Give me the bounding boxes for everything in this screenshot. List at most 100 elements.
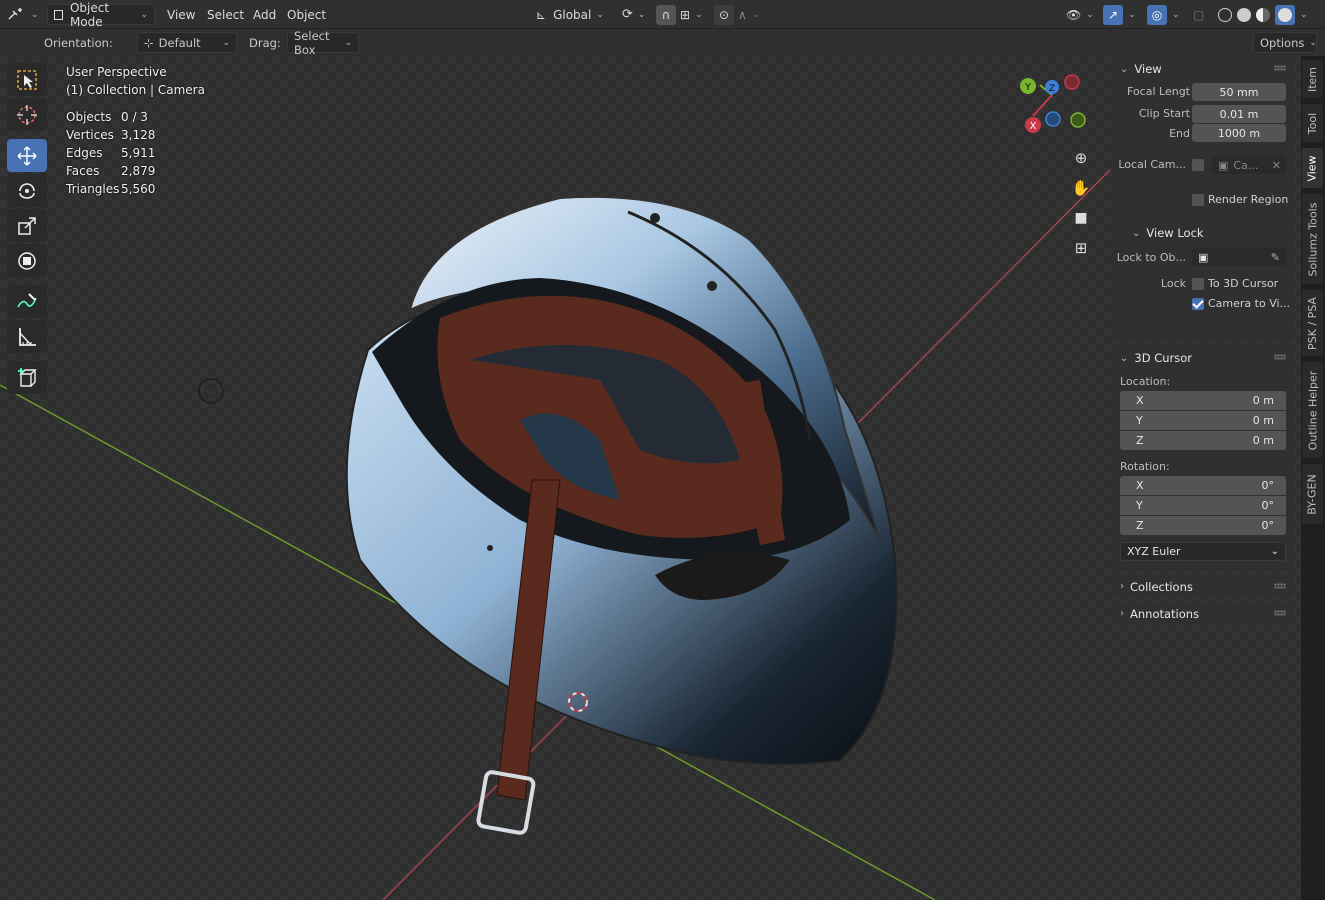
clear-icon[interactable]: ✕ xyxy=(1272,159,1281,172)
drag-grip-icon[interactable] xyxy=(1274,610,1286,616)
cursor-location-z[interactable]: Z0 m xyxy=(1120,431,1286,450)
tab-sollumz-tools[interactable]: Sollumz Tools xyxy=(1302,194,1323,284)
object-picker-icon: ▣ xyxy=(1198,250,1209,264)
pivot-point-button[interactable]: ⟳ ⌄ xyxy=(622,4,645,25)
navigation-gizmo[interactable]: Y Z X xyxy=(1014,72,1094,137)
rotate-tool[interactable] xyxy=(7,174,47,207)
proportional-edit-toggle[interactable]: ⊙ xyxy=(714,4,734,25)
menu-object[interactable]: Object xyxy=(280,4,333,25)
eyedropper-icon[interactable]: ✎ xyxy=(1271,251,1280,264)
move-tool[interactable] xyxy=(7,139,47,172)
mode-label: Object Mode xyxy=(69,0,110,29)
drag-grip-icon[interactable] xyxy=(1274,65,1286,71)
wireframe-shading-icon[interactable] xyxy=(1218,7,1232,22)
collapse-arrow-icon: ⌄ xyxy=(1120,352,1129,364)
tab-view[interactable]: View xyxy=(1302,148,1323,188)
pan-button[interactable]: ✋ xyxy=(1068,175,1094,201)
gizmo-neg-z xyxy=(1045,111,1061,127)
cursor-location-y[interactable]: Y0 m xyxy=(1120,411,1286,430)
scale-tool[interactable] xyxy=(7,209,47,242)
drag-grip-icon[interactable] xyxy=(1274,354,1286,360)
rendered-shading-icon[interactable] xyxy=(1275,4,1295,25)
overlays-toggle[interactable]: ◎ ⌄ xyxy=(1147,4,1180,25)
focal-length-field[interactable]: 50 mm xyxy=(1192,83,1286,101)
editor-type-button[interactable]: ⌄ xyxy=(6,4,39,25)
local-camera-checkbox[interactable] xyxy=(1192,159,1204,171)
tab-outline-helper[interactable]: Outline Helper xyxy=(1302,362,1323,458)
lock-label: Lock xyxy=(1160,277,1186,290)
view-lock-header[interactable]: ⌄ View Lock xyxy=(1112,220,1294,246)
cursor-rotation-z[interactable]: Z 0° xyxy=(1120,516,1286,535)
stat-row: Objects 0 / 3 xyxy=(66,110,148,124)
clip-end-field[interactable]: 1000 m xyxy=(1192,124,1286,142)
clip-start-field[interactable]: 0.01 m xyxy=(1192,105,1286,123)
camera-view-button[interactable]: ■ xyxy=(1068,205,1094,231)
3d-cursor-header[interactable]: ⌄ 3D Cursor xyxy=(1112,345,1294,371)
3d-viewport[interactable]: User Perspective (1) Collection | Camera… xyxy=(0,56,1302,900)
perspective-toggle[interactable]: ⊞ xyxy=(1068,235,1094,261)
options-dropdown[interactable]: Options ⌄ xyxy=(1253,32,1317,53)
viewport-header: ⌄ Object Mode ⌄ View Select Add Object ⊾ … xyxy=(0,0,1325,29)
cursor-rotation-x[interactable]: X 0° xyxy=(1120,476,1286,495)
zoom-button[interactable]: ⊕ xyxy=(1068,145,1094,171)
drag-dropdown[interactable]: Select Box ⌄ xyxy=(287,29,359,57)
cursor-location-x[interactable]: X0 m xyxy=(1120,391,1286,410)
snap-toggle[interactable]: ∩ xyxy=(656,4,676,25)
xray-toggle[interactable]: ▢ xyxy=(1193,4,1204,25)
location-label: Location: xyxy=(1120,375,1171,388)
gizmo-neg-y xyxy=(1070,112,1086,128)
tab-by-gen[interactable]: BY-GEN xyxy=(1302,464,1323,524)
cursor-rotation-y[interactable]: Y 0° xyxy=(1120,496,1286,515)
falloff-dropdown[interactable]: ∧ ⌄ xyxy=(738,4,759,25)
menu-add[interactable]: Add xyxy=(246,4,283,25)
expand-arrow-icon: › xyxy=(1120,608,1124,619)
menu-view[interactable]: View xyxy=(160,4,202,25)
expand-arrow-icon: › xyxy=(1120,581,1124,592)
visibility-dropdown[interactable]: 👁 ⌄ xyxy=(1066,4,1094,25)
hand-icon: ✋ xyxy=(1071,179,1091,197)
camera-to-view-label: Camera to Vi... xyxy=(1208,297,1291,310)
select-box-tool[interactable] xyxy=(7,63,47,96)
collections-panel[interactable]: › Collections xyxy=(1112,575,1294,598)
3d-cursor-panel: ⌄ 3D Cursor Location: X0 m Y0 m Z0 m Rota… xyxy=(1112,345,1294,571)
transform-tool[interactable] xyxy=(7,244,47,277)
mode-dropdown[interactable]: Object Mode ⌄ xyxy=(47,1,155,29)
drag-grip-icon[interactable] xyxy=(1274,583,1286,589)
lock-to-cursor-checkbox[interactable] xyxy=(1192,278,1204,290)
stat-row: Vertices 3,128 xyxy=(66,128,156,142)
lock-to-object-field[interactable]: ▣ ✎ xyxy=(1192,248,1286,266)
rotation-mode-dropdown[interactable]: XYZ Euler ⌄ xyxy=(1120,542,1286,561)
stat-row: Edges 5,911 xyxy=(66,146,156,160)
menu-select[interactable]: Select xyxy=(200,4,251,25)
render-region-label: Render Region xyxy=(1208,193,1289,206)
gizmo-neg-x xyxy=(1064,74,1080,90)
lock-to-object-label: Lock to Ob... xyxy=(1116,251,1186,264)
local-camera-label: Local Cam... xyxy=(1118,158,1186,171)
focal-length-label: Focal Lengt xyxy=(1127,85,1190,98)
collapse-arrow-icon: ⌄ xyxy=(1120,63,1129,75)
tab-psk-psa[interactable]: PSK / PSA xyxy=(1302,290,1323,356)
gizmo-toggle[interactable]: ↗ ⌄ xyxy=(1103,4,1136,25)
annotations-panel[interactable]: › Annotations xyxy=(1112,602,1294,625)
collapse-arrow-icon: ⌄ xyxy=(1132,227,1141,239)
material-shading-icon[interactable] xyxy=(1256,7,1270,22)
shading-modes[interactable]: ⌄ xyxy=(1218,4,1308,25)
measure-tool[interactable] xyxy=(7,320,47,353)
solid-shading-icon[interactable] xyxy=(1237,7,1251,22)
drag-label: Drag: xyxy=(249,35,281,50)
annotate-tool[interactable] xyxy=(7,285,47,318)
rotation-label: Rotation: xyxy=(1120,460,1170,473)
add-cube-tool[interactable] xyxy=(7,361,47,394)
cursor-tool[interactable] xyxy=(7,98,47,131)
snap-target-dropdown[interactable]: ⊞ ⌄ xyxy=(680,4,703,25)
orientation-dropdown[interactable]: ⊹ Default ⌄ xyxy=(137,32,237,53)
view-panel-header[interactable]: ⌄ View xyxy=(1112,56,1294,82)
camera-to-view-checkbox[interactable] xyxy=(1192,298,1204,310)
render-region-checkbox[interactable] xyxy=(1192,194,1204,206)
tab-tool[interactable]: Tool xyxy=(1302,104,1323,142)
scene-canvas xyxy=(0,169,1111,900)
local-camera-field[interactable]: ▣ Ca... ✕ xyxy=(1212,156,1286,174)
to-3d-cursor-label: To 3D Cursor xyxy=(1208,277,1279,290)
transform-orientation-dropdown[interactable]: ⊾ Global ⌄ xyxy=(536,4,604,25)
tab-item[interactable]: Item xyxy=(1302,60,1323,98)
